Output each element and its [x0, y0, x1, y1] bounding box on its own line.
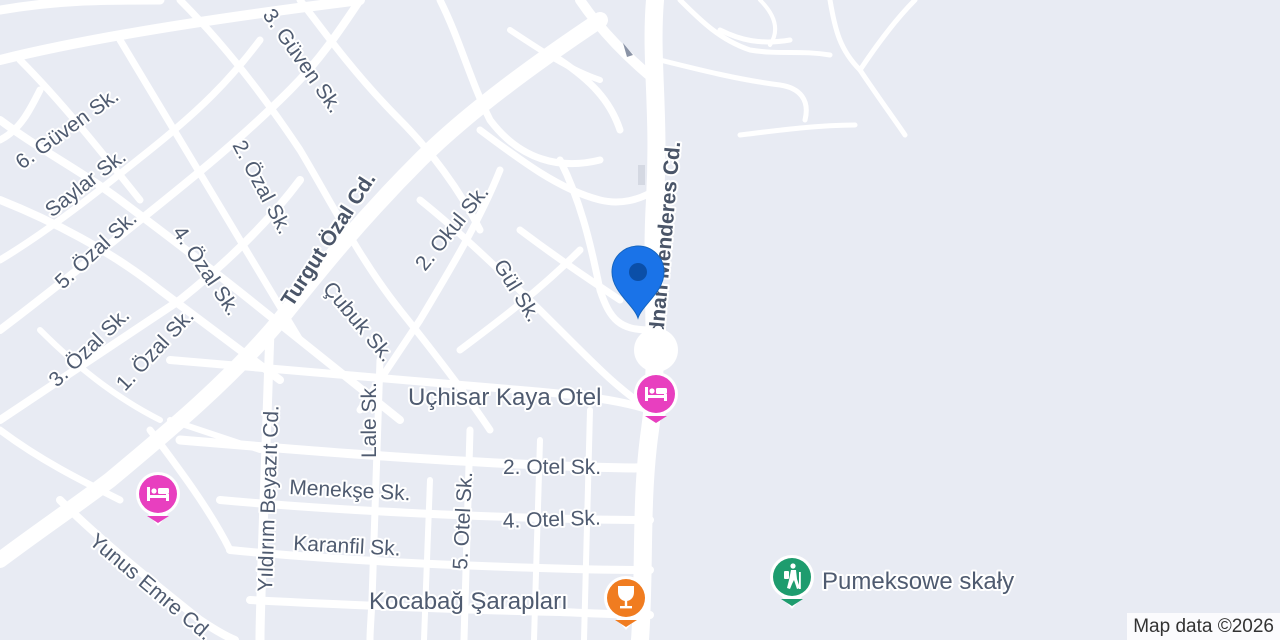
- street-label-menekse: Menekşe Sk.: [289, 476, 411, 505]
- map-view[interactable]: 3. Güven Sk. 6. Güven Sk. Saylar Sk. 5. …: [0, 0, 1280, 640]
- poi-label-rocks: Pumeksowe skały: [822, 568, 1014, 595]
- map-attribution: Map data ©2026: [1127, 613, 1280, 640]
- map-canvas[interactable]: 3. Güven Sk. 6. Güven Sk. Saylar Sk. 5. …: [0, 0, 1280, 640]
- poi-label-hotel: Uçhisar Kaya Otel: [408, 384, 601, 411]
- street-label-otel2: 2. Otel Sk.: [503, 456, 601, 479]
- street-label-yildirim: Yıldırım Beyazıt Cd.: [254, 405, 284, 592]
- building-outline: [638, 165, 645, 185]
- street-label-otel4: 4. Otel Sk.: [502, 507, 601, 533]
- poi-park-pumice-rocks[interactable]: Pumeksowe skały: [770, 555, 1016, 609]
- poi-winery-kocabag[interactable]: Kocabağ Şarapları: [367, 576, 648, 630]
- poi-hotel-west[interactable]: [136, 472, 180, 526]
- street-label-yunus: Yunus Emre Cd.: [85, 529, 217, 640]
- street-label-guven3: 3. Güven Sk.: [258, 5, 346, 118]
- street-label-lale: Lale Sk.: [358, 382, 381, 458]
- poi-label-winery: Kocabağ Şarapları: [369, 588, 568, 615]
- street-label-otel5: 5. Otel Sk.: [449, 471, 477, 570]
